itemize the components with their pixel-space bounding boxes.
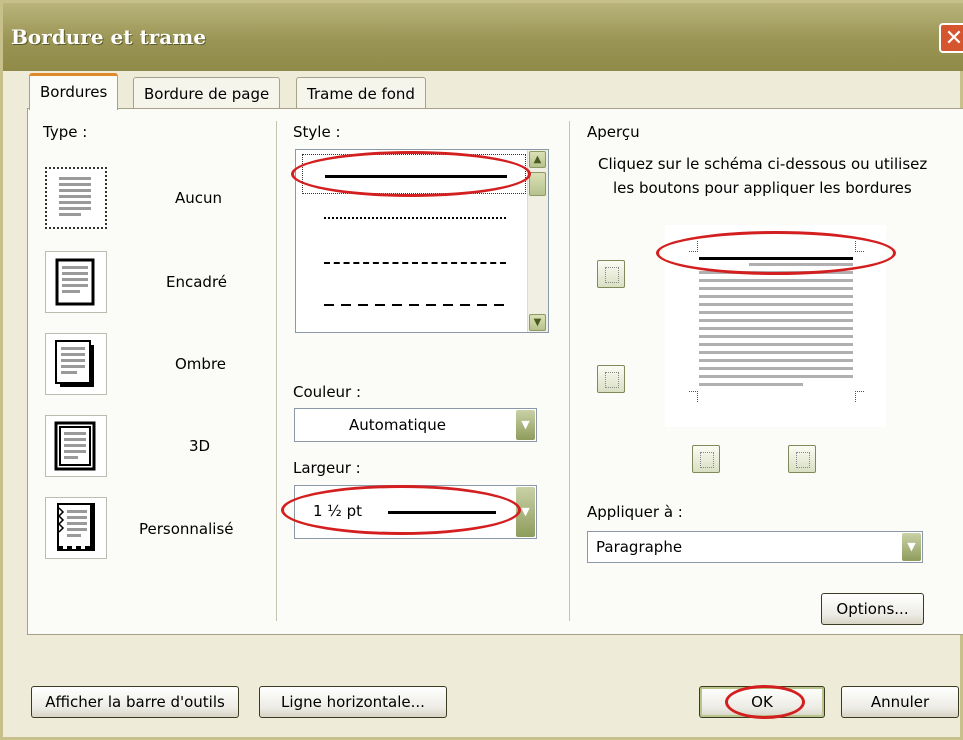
tab-trame-de-fond-label: Trame de fond: [307, 85, 415, 103]
corner-mark: [689, 391, 698, 402]
type-shadow-label[interactable]: Ombre: [175, 355, 226, 373]
style-label: Style :: [293, 123, 341, 141]
type-3d-swatch[interactable]: [45, 415, 107, 477]
corner-mark: [689, 241, 698, 252]
chevron-down-icon[interactable]: ▼: [516, 410, 535, 440]
preview-top-border[interactable]: [699, 257, 853, 260]
type-3d-label[interactable]: 3D: [189, 437, 210, 455]
type-none-label[interactable]: Aucun: [175, 189, 222, 207]
width-label: Largeur :: [293, 459, 361, 477]
show-toolbar-button[interactable]: Afficher la barre d'outils: [31, 686, 239, 718]
dialog-title: Bordure et trame: [11, 25, 207, 49]
corner-mark: [855, 391, 864, 402]
width-line-sample: [388, 511, 496, 514]
preview-instruction-line1: Cliquez sur le schéma ci-dessous ou util…: [598, 155, 928, 173]
tab-bordure-de-page[interactable]: Bordure de page: [133, 77, 281, 109]
type-label: Type :: [43, 123, 88, 141]
tab-bordure-de-page-label: Bordure de page: [144, 85, 270, 103]
style-list[interactable]: ▲ ▼: [295, 149, 549, 333]
color-dropdown[interactable]: Automatique ▼: [294, 408, 537, 442]
apply-to-label: Appliquer à :: [587, 503, 683, 521]
style-item-solid-selected[interactable]: [302, 154, 526, 194]
preview-instruction-line2: les boutons pour appliquer les bordures: [613, 179, 912, 197]
corner-mark: [855, 241, 864, 252]
type-box-label[interactable]: Encadré: [166, 273, 227, 291]
scroll-down-icon[interactable]: ▼: [529, 314, 546, 331]
width-value: 1 ½ pt: [313, 502, 363, 520]
style-scrollbar[interactable]: ▲ ▼: [527, 150, 548, 332]
scroll-up-icon[interactable]: ▲: [529, 151, 546, 168]
preview-canvas[interactable]: [665, 225, 886, 427]
type-custom-swatch[interactable]: [45, 497, 107, 559]
border-top-toggle[interactable]: [597, 260, 625, 288]
type-none-swatch[interactable]: [45, 167, 107, 229]
dialog-window: Bordure et trame ✕ Bordures Bordure de p…: [0, 0, 963, 740]
color-value: Automatique: [349, 416, 446, 434]
border-right-toggle[interactable]: [788, 445, 816, 473]
chevron-down-icon[interactable]: ▼: [902, 533, 921, 561]
style-item-long-dash[interactable]: [324, 304, 506, 306]
style-item-dashed[interactable]: [324, 262, 506, 264]
scroll-thumb[interactable]: [529, 172, 546, 196]
width-dropdown[interactable]: 1 ½ pt ▼: [294, 485, 537, 539]
chevron-down-icon[interactable]: ▼: [516, 487, 535, 537]
column-divider: [569, 121, 570, 621]
tab-bordures[interactable]: Bordures: [29, 73, 119, 110]
color-label: Couleur :: [293, 383, 362, 401]
cancel-button[interactable]: Annuler: [841, 686, 959, 718]
ok-button[interactable]: OK: [699, 686, 825, 718]
tab-bordures-label: Bordures: [40, 83, 108, 101]
horizontal-line-button[interactable]: Ligne horizontale...: [259, 686, 447, 718]
border-bottom-toggle[interactable]: [597, 365, 625, 393]
border-left-toggle[interactable]: [692, 445, 720, 473]
close-icon[interactable]: ✕: [939, 23, 963, 53]
title-bar[interactable]: Bordure et trame ✕: [3, 3, 963, 71]
type-shadow-swatch[interactable]: [45, 333, 107, 395]
column-divider: [276, 121, 277, 621]
solid-line-sample: [325, 175, 507, 178]
type-box-swatch[interactable]: [45, 251, 107, 313]
apply-to-value: Paragraphe: [596, 538, 683, 556]
tab-trame-de-fond[interactable]: Trame de fond: [296, 77, 426, 109]
apply-to-dropdown[interactable]: Paragraphe ▼: [587, 531, 923, 563]
options-button[interactable]: Options...: [821, 593, 924, 625]
type-custom-label[interactable]: Personnalisé: [139, 520, 233, 538]
style-item-dotted[interactable]: [324, 217, 506, 219]
preview-label: Aperçu: [587, 123, 640, 141]
